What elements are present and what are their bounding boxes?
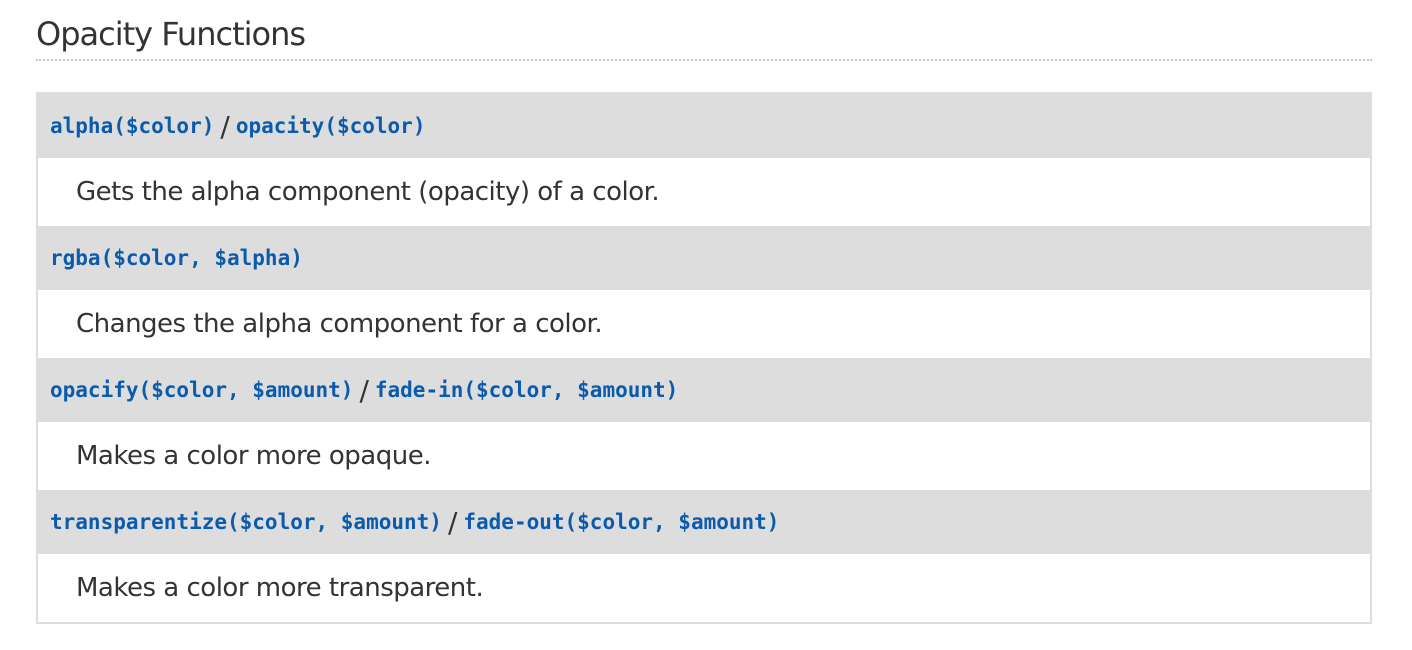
signature-separator: / [447,505,458,539]
function-signature-row: transparentize($color, $amount) / fade-o… [38,490,1370,554]
alpha-function-signature[interactable]: alpha($color) [50,114,214,138]
title-divider [36,59,1372,61]
section-title: Opacity Functions [36,15,306,53]
function-signature-row: alpha($color) / opacity($color) [38,94,1370,158]
signature-separator: / [359,373,369,407]
function-description: Changes the alpha component for a color. [76,309,603,339]
rgba-function-signature[interactable]: rgba($color, $alpha) [50,246,303,270]
function-signature-row: rgba($color, $alpha) [38,226,1370,290]
opacify-function-signature[interactable]: opacify($color, $amount) [50,378,353,402]
function-signature-row: opacify($color, $amount) / fade-in($colo… [38,358,1370,422]
signature-separator: / [220,109,230,143]
transparentize-function-signature[interactable]: transparentize($color, $amount) [50,510,442,534]
fade-out-function-signature[interactable]: fade-out($color, $amount) [463,510,779,534]
function-description: Makes a color more opaque. [76,441,432,471]
function-description: Makes a color more transparent. [76,573,484,603]
opacity-function-signature[interactable]: opacity($color) [236,114,426,138]
fade-in-function-signature[interactable]: fade-in($color, $amount) [375,378,678,402]
function-description: Gets the alpha component (opacity) of a … [76,177,660,207]
function-list: alpha($color) / opacity($color) Gets the… [36,92,1372,624]
